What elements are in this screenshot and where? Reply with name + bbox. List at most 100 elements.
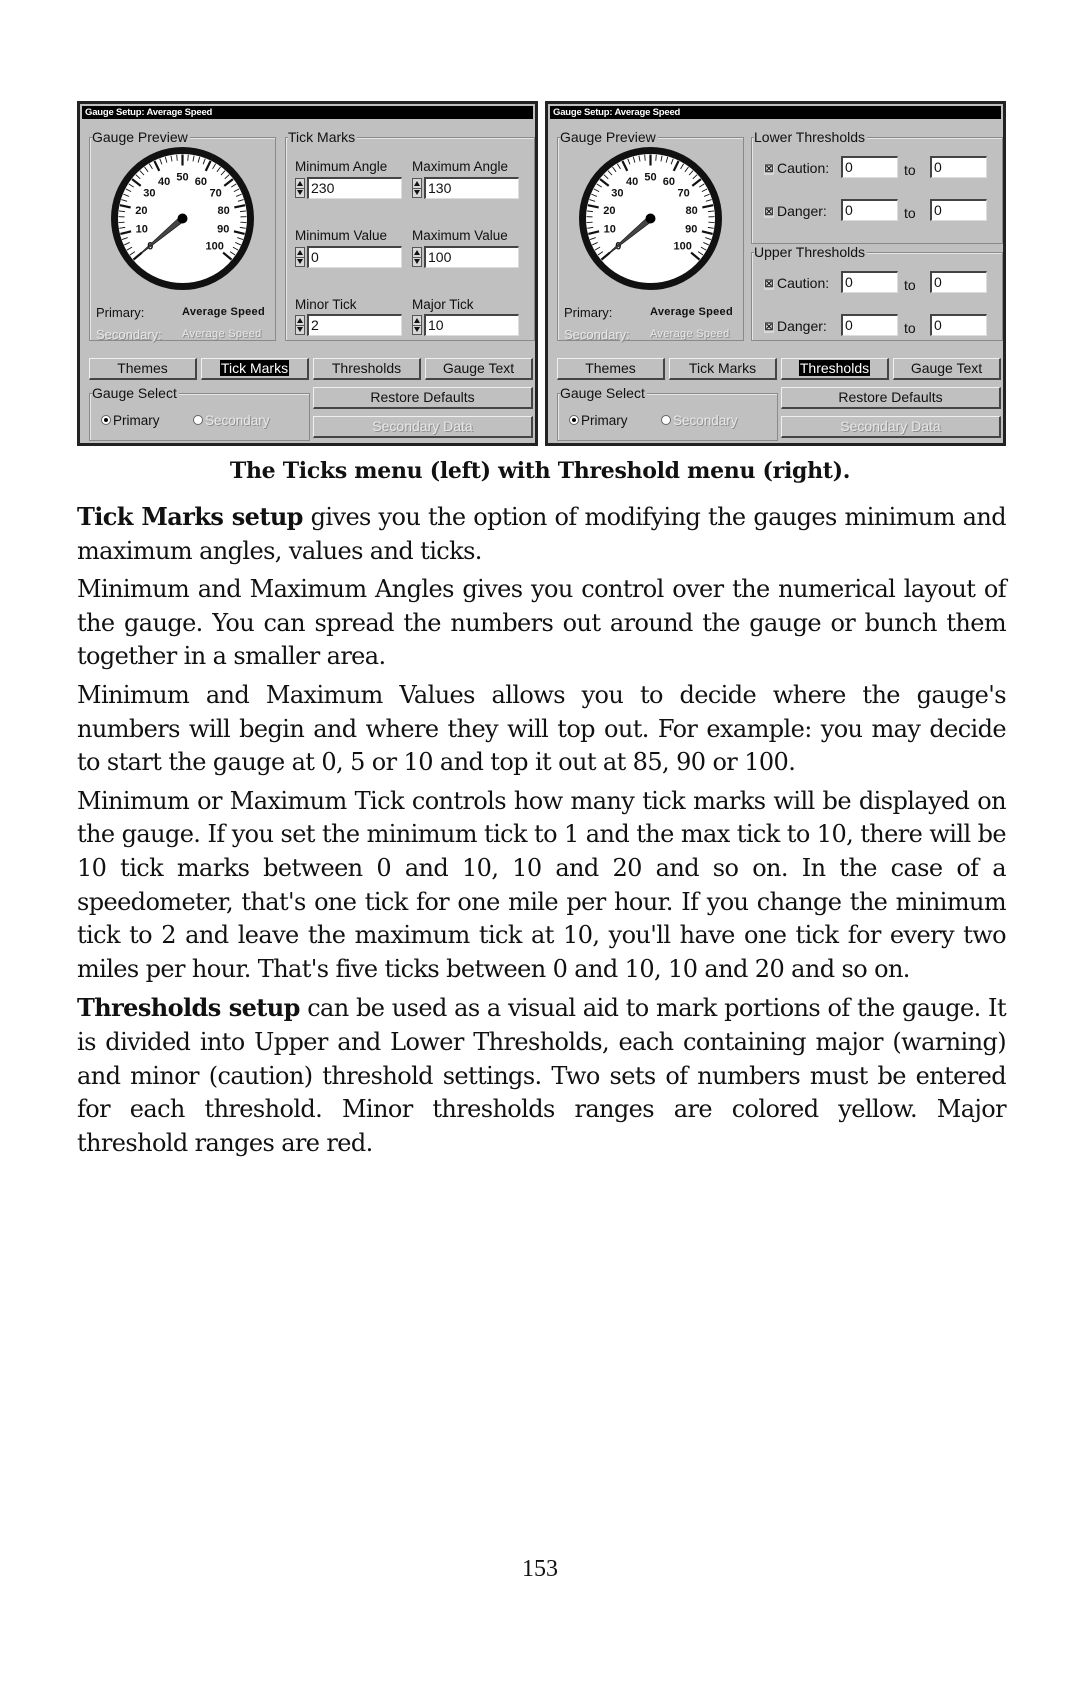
paragraph: Thresholds setup can be used as a visual… (77, 993, 1007, 1157)
minimum-angle-input[interactable]: 230 (307, 177, 402, 199)
tick-marks-label: Tick Marks (288, 129, 358, 145)
body-text: Tick Marks setup gives you the option of… (77, 500, 1007, 1165)
paragraph: Minimum and Maximum Angles gives you con… (77, 575, 1007, 671)
maximum-value-spinner[interactable] (412, 247, 422, 267)
scale-label: 60 (663, 176, 675, 188)
radio-primary[interactable]: Primary (569, 413, 628, 428)
tab-tick-marks[interactable]: Tick Marks (201, 358, 309, 380)
primary-label: Primary: (564, 305, 613, 320)
primary-row: Primary: Average Speed (96, 305, 265, 320)
paragraph: Minimum or Maximum Tick controls how man… (77, 786, 1007, 983)
minor-tick-input[interactable]: 2 (307, 314, 402, 336)
scale-label: 40 (626, 176, 638, 188)
scale-label: 50 (644, 172, 656, 184)
maximum-angle-label: Maximum Angle (412, 159, 509, 174)
tab-thresholds[interactable]: Thresholds (781, 358, 889, 380)
minimum-value-label: Minimum Value (295, 228, 388, 243)
maximum-angle-spinner[interactable] (412, 178, 422, 198)
secondary-data-button[interactable]: Secondary Data (781, 416, 1001, 438)
primary-label: Primary: (96, 305, 145, 320)
minor-tick-label: Minor Tick (295, 297, 357, 312)
secondary-value: Average Speed (182, 328, 262, 340)
gauge-select-group: Gauge Select Primary Secondary (89, 385, 310, 441)
maximum-value-label: Maximum Value (412, 228, 508, 243)
to-label: to (904, 277, 916, 293)
minimum-angle-label: Minimum Angle (295, 159, 388, 174)
to-label: to (904, 162, 916, 178)
lower-danger-from-input[interactable]: 0 (841, 199, 898, 221)
secondary-row: Secondary: Average Speed (96, 327, 261, 342)
upper-caution-checkbox[interactable]: ☒ Caution: (764, 275, 829, 291)
major-tick-input[interactable]: 10 (424, 314, 519, 336)
to-label: to (904, 205, 916, 221)
lower-thresholds-group: Lower Thresholds ☒ Caution: 0 to 0 ☒ Dange… (751, 129, 1003, 244)
restore-defaults-button[interactable]: Restore Defaults (313, 387, 533, 409)
minimum-value-spinner[interactable] (295, 247, 305, 267)
radio-secondary[interactable]: Secondary (661, 413, 738, 428)
radio-dot-icon (101, 415, 111, 425)
radio-secondary[interactable]: Secondary (193, 413, 270, 428)
upper-danger-from-input[interactable]: 0 (841, 314, 898, 336)
scale-label: 10 (136, 224, 148, 236)
gauge-preview-group: Gauge Preview 0102030405060708090100 Pri… (89, 129, 276, 342)
primary-value: Average Speed (182, 306, 265, 318)
gauge-preview-group: Gauge Preview 0102030405060708090100 Pri… (557, 129, 744, 342)
scale-label: 20 (603, 205, 615, 217)
scale-label: 50 (176, 172, 188, 184)
paragraph: Minimum and Maximum Values allows you to… (77, 680, 1007, 777)
figure-caption: The Ticks menu (left) with Threshold men… (229, 458, 851, 484)
upper-caution-from-input[interactable]: 0 (841, 271, 898, 293)
gauge-setup-thresholds-screen: Gauge Setup: Average Speed Gauge Preview… (545, 101, 1006, 446)
minor-tick (655, 154, 657, 161)
minor-tick-spinner[interactable] (295, 315, 305, 335)
minimum-value-input[interactable]: 0 (307, 246, 402, 268)
scale-label: 60 (195, 176, 207, 188)
upper-caution-to-input[interactable]: 0 (930, 271, 987, 293)
scale-label: 40 (158, 176, 170, 188)
secondary-data-button[interactable]: Secondary Data (313, 416, 533, 438)
upper-danger-checkbox[interactable]: ☒ Danger: (764, 318, 827, 334)
gauge-dial: 0102030405060708090100 (111, 147, 254, 290)
lower-danger-checkbox[interactable]: ☒ Danger: (764, 203, 827, 219)
gauge-setup-ticks-screen: Gauge Setup: Average Speed Gauge Preview… (77, 101, 538, 446)
tab-tick-marks[interactable]: Tick Marks (669, 358, 777, 380)
lower-caution-checkbox[interactable]: ☒ Caution: (764, 160, 829, 176)
lower-caution-from-input[interactable]: 0 (841, 156, 898, 178)
gauge-select-label: Gauge Select (92, 385, 179, 401)
tick-marks-group: Tick Marks Minimum Angle 230 Maximum Ang… (285, 129, 535, 341)
tab-gauge-text[interactable]: Gauge Text (893, 358, 1001, 380)
to-label: to (904, 320, 916, 336)
radio-dot-icon (193, 415, 203, 425)
scale-label: 80 (217, 205, 229, 217)
lower-caution-to-input[interactable]: 0 (930, 156, 987, 178)
radio-primary[interactable]: Primary (101, 413, 160, 428)
tab-themes[interactable]: Themes (89, 358, 197, 380)
scale-label: 70 (209, 188, 221, 200)
needle-hub (177, 213, 188, 224)
checkbox-checked-icon: ☒ (764, 164, 774, 175)
tab-gauge-text[interactable]: Gauge Text (425, 358, 533, 380)
minimum-angle-spinner[interactable] (295, 178, 305, 198)
secondary-row: Secondary: Average Speed (564, 327, 729, 342)
tab-thresholds[interactable]: Thresholds (313, 358, 421, 380)
maximum-angle-input[interactable]: 130 (424, 177, 519, 199)
secondary-label: Secondary: (96, 327, 162, 342)
window-title: Gauge Setup: Average Speed (82, 106, 533, 119)
gauge-select-label: Gauge Select (560, 385, 647, 401)
gauge-preview-label: Gauge Preview (92, 129, 190, 145)
upper-danger-to-input[interactable]: 0 (930, 314, 987, 336)
maximum-value-input[interactable]: 100 (424, 246, 519, 268)
lower-danger-to-input[interactable]: 0 (930, 199, 987, 221)
checkbox-checked-icon: ☒ (764, 322, 774, 333)
checkbox-checked-icon: ☒ (764, 207, 774, 218)
radio-dot-icon (661, 415, 671, 425)
scale-label: 30 (143, 188, 155, 200)
major-tick-spinner[interactable] (412, 315, 422, 335)
primary-row: Primary: Average Speed (564, 305, 733, 320)
tab-themes[interactable]: Themes (557, 358, 665, 380)
scale-label: 10 (604, 224, 616, 236)
major-tick-label: Major Tick (412, 297, 474, 312)
scale-label: 100 (205, 240, 223, 252)
upper-thresholds-group: Upper Thresholds ☒ Caution: 0 to 0 ☒ Dange… (751, 244, 1003, 341)
restore-defaults-button[interactable]: Restore Defaults (781, 387, 1001, 409)
